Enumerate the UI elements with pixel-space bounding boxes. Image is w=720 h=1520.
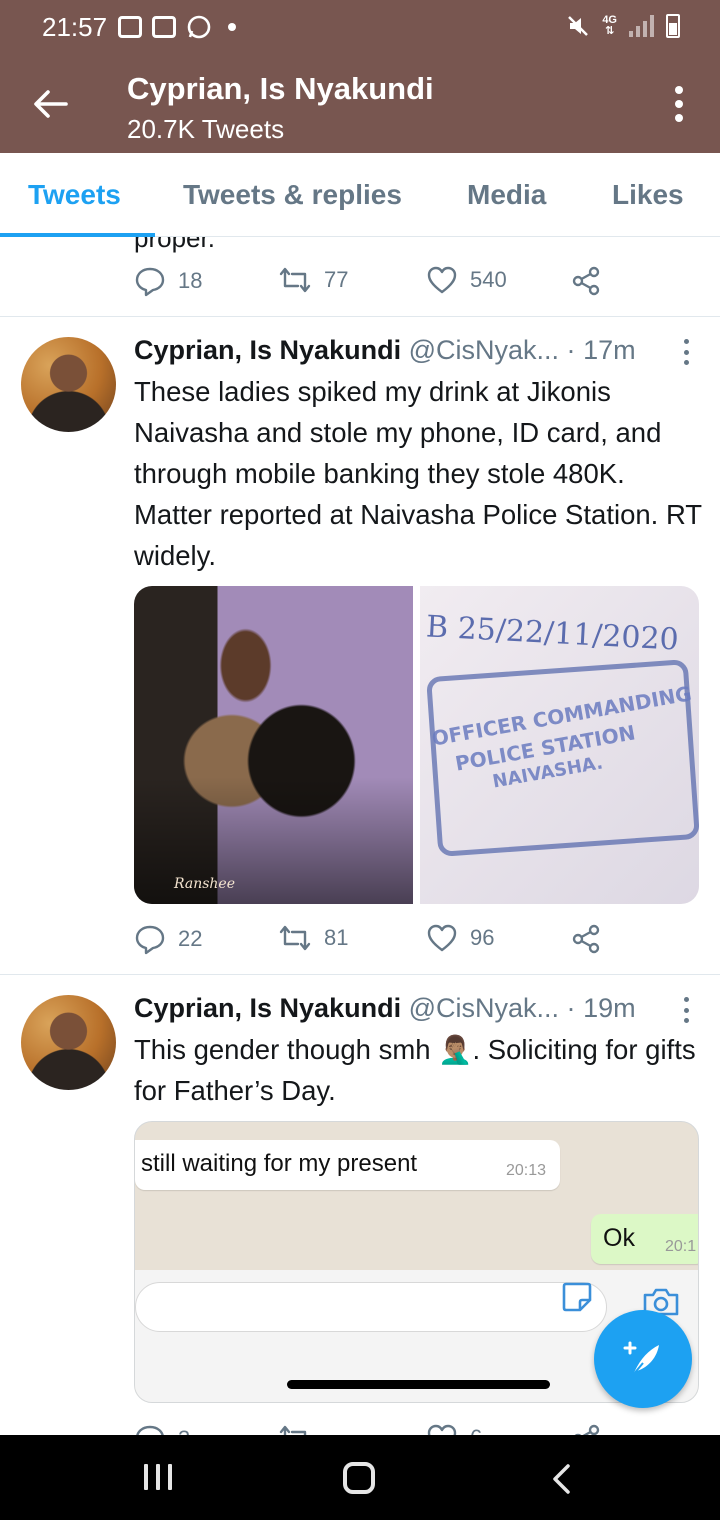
like-button[interactable]: 6 [426,1423,482,1435]
more-notifications-dot [228,23,236,31]
profile-name-title: Cyprian, Is Nyakundi [127,71,434,106]
retweet-icon [279,1425,307,1435]
share-icon[interactable] [570,265,602,297]
incoming-message-bubble: still waiting for my present 20:13 [135,1140,560,1190]
tweet-photo-bar[interactable]: Ranshee [134,586,413,904]
retweet-count: 77 [324,267,349,292]
chat-message-field [135,1282,607,1332]
retweet-button[interactable]: 81 [278,923,348,953]
avatar[interactable] [21,995,116,1090]
tweet-header: Cyprian, Is Nyakundi @CisNyak... · 19m [134,993,636,1024]
tweet-photo-stamp[interactable]: B 25/22/11/2020 OFFICER COMMANDING POLIC… [420,586,699,904]
status-notification-icons [118,14,236,40]
signal-icon [629,15,654,37]
system-back-icon[interactable] [550,1463,574,1495]
reply-icon [135,267,165,297]
network-type: 4G ⇅ [602,14,617,37]
tab-likes[interactable]: Likes [612,179,684,211]
tweet-count: 20.7K Tweets [127,114,285,144]
tweet-text: These ladies spiked my drink at Jikonis … [134,376,702,571]
previous-tweet-actions: 18 77 540 [134,265,614,299]
tab-tweets-and-replies[interactable]: Tweets & replies [183,179,402,211]
like-button[interactable]: 540 [426,265,507,295]
stamp-handwriting: B 25/22/11/2020 [425,609,680,658]
heart-icon [427,924,457,952]
avatar[interactable] [21,337,116,432]
mute-icon [568,16,589,36]
author-name[interactable]: Cyprian, Is Nyakundi [134,993,401,1023]
system-navigation-bar [0,1435,720,1520]
like-button[interactable]: 96 [426,923,494,953]
compose-feather-icon [623,1341,659,1376]
retweet-button[interactable] [278,1423,312,1435]
author-handle[interactable]: @CisNyak... [409,993,559,1023]
author-name[interactable]: Cyprian, Is Nyakundi [134,335,401,365]
tweet-actions: 3 6 [134,1423,614,1435]
heart-icon [427,266,457,294]
tweet[interactable]: Cyprian, Is Nyakundi @CisNyak... · 17m T… [0,317,720,974]
tweet-text: This gender though smh 🤦🏽‍♂️. Soliciting… [134,1034,696,1106]
more-options-icon[interactable] [674,86,684,122]
share-icon[interactable] [570,1423,602,1435]
back-arrow-icon[interactable] [28,82,72,126]
like-count: 96 [470,925,495,950]
like-count: 6 [470,1425,482,1435]
retweet-icon [279,267,311,293]
tweet-options-icon[interactable] [684,997,692,1023]
reply-icon [135,925,165,955]
tweet-media[interactable]: Ranshee B 25/22/11/2020 OFFICER COMMANDI… [134,586,699,904]
gallery-notification-icon [118,16,142,38]
retweet-button[interactable]: 77 [278,265,348,295]
separator-dot: · [566,335,576,365]
heart-icon [427,1424,457,1435]
reply-count: 18 [178,268,203,293]
tab-media[interactable]: Media [467,179,546,211]
outgoing-message-bubble: Ok 20:1 [591,1214,698,1264]
tweet-time: 17m [583,335,636,365]
previous-tweet-text: proper. [134,237,215,253]
profile-tabs: Tweets Tweets & replies Media Likes [0,153,720,237]
image-notification-icon [152,16,176,38]
like-count: 540 [470,267,507,292]
tweet-header: Cyprian, Is Nyakundi @CisNyak... · 17m [134,335,636,366]
whatsapp-icon [187,15,211,39]
compose-tweet-button[interactable] [594,1310,692,1408]
tweet-actions: 22 81 96 [134,923,614,957]
home-icon[interactable] [343,1462,375,1494]
outgoing-message-time: 20:1 [665,1238,697,1255]
status-bar: 21:57 4G ⇅ [0,0,720,56]
reply-button[interactable]: 22 [134,923,202,955]
reply-count: 22 [178,926,203,951]
outgoing-message: Ok [603,1224,635,1252]
retweet-count: 81 [324,925,349,950]
separator-dot: · [566,993,576,1023]
timeline[interactable]: proper. 18 77 540 Cyprian, Is Nyakundi @… [0,237,720,1435]
profile-header: Cyprian, Is Nyakundi 20.7K Tweets [0,56,720,153]
tweet-time: 19m [583,993,636,1023]
recent-apps-icon[interactable] [144,1464,172,1490]
sticker-icon [562,1282,592,1312]
reply-button[interactable]: 18 [134,265,202,297]
tab-tweets[interactable]: Tweets [28,179,121,211]
retweet-icon [279,925,311,951]
photo-watermark: Ranshee [174,876,235,892]
screenshot-home-indicator [287,1380,550,1389]
reply-icon [136,1425,164,1435]
incoming-message-time: 20:13 [505,1162,546,1179]
status-time: 21:57 [42,12,108,42]
reply-count: 3 [178,1426,190,1435]
share-icon[interactable] [570,923,602,955]
reply-button[interactable]: 3 [134,1423,190,1435]
incoming-message: still waiting for my present [141,1150,418,1177]
status-system-icons: 4G ⇅ [566,14,680,38]
tweet-options-icon[interactable] [684,339,692,365]
battery-icon [666,14,680,38]
author-handle[interactable]: @CisNyak... [409,335,559,365]
